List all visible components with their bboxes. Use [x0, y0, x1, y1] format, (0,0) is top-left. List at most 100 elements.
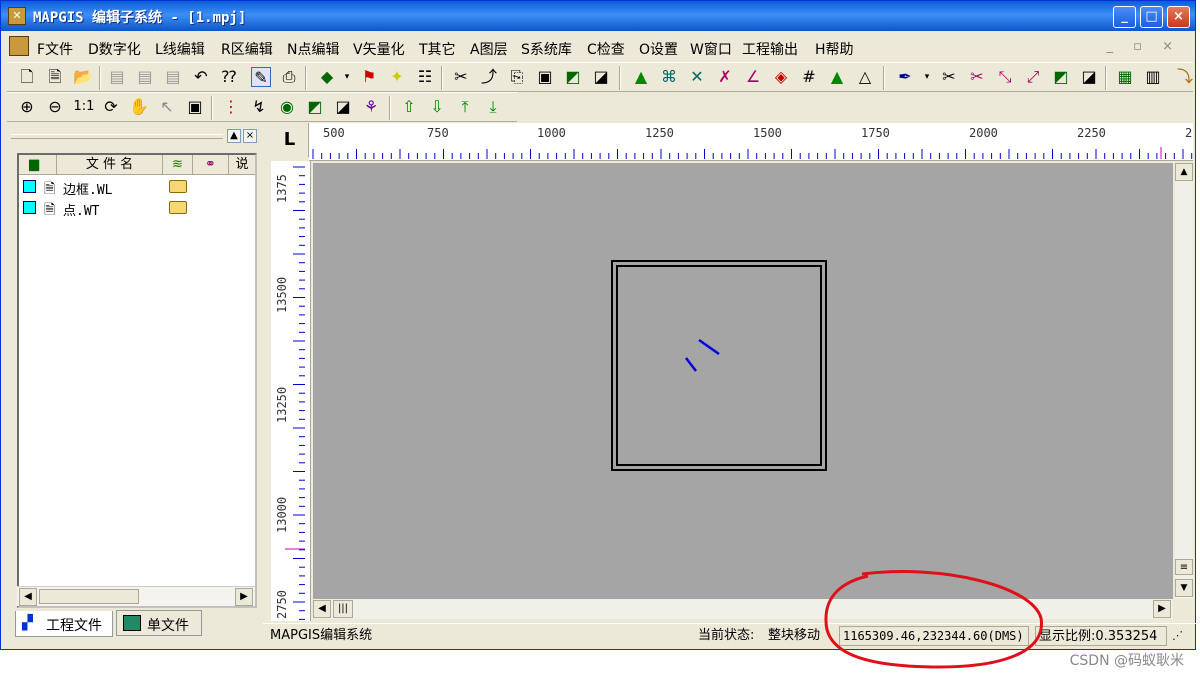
pen-icon[interactable]: ✒ [895, 67, 915, 87]
mdi-controls[interactable]: _ ▫ × [1107, 39, 1181, 54]
column-file-name[interactable]: 文 件 名 [57, 155, 163, 174]
panel-grip[interactable] [11, 134, 223, 139]
arrow-top-icon[interactable]: ⤒ [455, 97, 475, 117]
region-edit-icon[interactable]: ∠ [743, 67, 763, 87]
select-line-icon[interactable]: ↯ [249, 97, 269, 117]
tab-project-file[interactable]: ▞ 工程文件 [15, 611, 113, 637]
vectorize-icon[interactable]: ▦ [1115, 67, 1135, 87]
menu-layer[interactable]: A图层 [470, 39, 508, 59]
region-merge-icon[interactable]: ✗ [715, 67, 735, 87]
raster-icon[interactable]: ▥ [1143, 67, 1163, 87]
menu-project-output[interactable]: 工程输出 [742, 39, 798, 59]
collapse-icon[interactable]: ▲ [227, 129, 241, 143]
point-feature[interactable] [685, 357, 697, 372]
menu-region-edit[interactable]: R区编辑 [221, 39, 273, 59]
overflow-icon[interactable]: ⤵ [1175, 67, 1195, 87]
line-tool-icon[interactable]: ⤴ [479, 67, 499, 87]
menu-system-library[interactable]: S系统库 [521, 39, 572, 59]
frame-inner[interactable] [616, 265, 822, 466]
attr-icon[interactable]: ◪ [333, 97, 353, 117]
region-cut-icon[interactable]: ⌘ [659, 67, 679, 87]
arrow-bottom-icon[interactable]: ⤓ [483, 97, 503, 117]
scroll-thumb[interactable]: ||| [333, 600, 353, 618]
list-item[interactable]: 🗎 点.WT [19, 198, 255, 219]
line-split-icon[interactable]: ✂ [967, 67, 987, 87]
layer-icon[interactable]: ≋ [163, 155, 193, 174]
menu-vectorize[interactable]: V矢量化 [353, 39, 405, 59]
document-icon[interactable] [9, 36, 29, 56]
vertical-scrollbar[interactable]: ▲ ≡ ▼ [1175, 163, 1193, 599]
resize-grip-icon[interactable]: ⋰ [1169, 626, 1189, 646]
menu-window[interactable]: W窗口 [690, 39, 732, 59]
link-icon[interactable]: ⚭ [193, 155, 229, 174]
tab-single-file[interactable]: 单文件 [116, 610, 202, 636]
zoom-ratio-button[interactable]: 1:1 [71, 97, 97, 117]
region-fill-icon[interactable]: ◈ [771, 67, 791, 87]
print-icon[interactable]: ⎙ [279, 67, 299, 87]
line-param-icon[interactable]: ◩ [563, 67, 583, 87]
chevron-down-icon[interactable]: ▾ [917, 67, 937, 87]
zoom-out-icon[interactable]: ⊖ [45, 97, 65, 117]
map-icon[interactable]: ▆ [19, 155, 57, 174]
menu-help[interactable]: H帮助 [815, 39, 854, 59]
region-tool-icon[interactable]: ▲ [631, 67, 651, 87]
point-attr-icon[interactable]: ☷ [415, 67, 435, 87]
line-extend-icon[interactable]: ⤢ [1023, 67, 1043, 87]
hand-pan-icon[interactable]: ✋ [129, 97, 149, 117]
cut-icon[interactable]: ✂ [451, 67, 471, 87]
point-style-icon[interactable]: ✦ [387, 67, 407, 87]
menu-other[interactable]: T其它 [419, 39, 456, 59]
point-edit-icon[interactable]: ⚑ [359, 67, 379, 87]
region-param-icon[interactable]: ▲ [827, 67, 847, 87]
scroll-down-icon[interactable]: ▼ [1175, 579, 1193, 597]
close-button[interactable]: × [1167, 6, 1190, 28]
scroll-right-icon[interactable]: ▶ [1153, 600, 1171, 618]
pointer-icon[interactable]: ↖ [157, 97, 177, 117]
horizontal-scrollbar[interactable]: ◀ ▶ [17, 586, 255, 606]
ruler-corner[interactable]: L [271, 123, 309, 157]
save-icon[interactable]: ▤ [107, 67, 127, 87]
scroll-thumb[interactable]: ≡ [1175, 559, 1193, 575]
folder-icon[interactable]: 📂 [73, 67, 93, 87]
refresh-icon[interactable]: ⟳ [101, 97, 121, 117]
scissors-icon[interactable]: ✂ [939, 67, 959, 87]
title-bar[interactable]: ✕ MAPGIS 编辑子系统 - [1.mpj] _ □ × [1, 1, 1195, 31]
zoom-in-icon[interactable]: ⊕ [17, 97, 37, 117]
folder-icon[interactable] [169, 201, 187, 214]
region-split-icon[interactable]: ✕ [687, 67, 707, 87]
scroll-thumb[interactable] [39, 589, 139, 604]
select-region-icon[interactable]: ◉ [277, 97, 297, 117]
menu-line-edit[interactable]: L线编辑 [155, 39, 205, 59]
drawing-canvas[interactable] [313, 163, 1173, 599]
undo-icon[interactable]: ↶ [191, 67, 211, 87]
close-icon[interactable]: × [243, 129, 257, 143]
list-item[interactable]: 🗎 边框.WL [19, 177, 255, 198]
arrow-down-icon[interactable]: ⇩ [427, 97, 447, 117]
paste-icon[interactable]: ▣ [535, 67, 555, 87]
scroll-left-icon[interactable]: ◀ [19, 588, 37, 606]
menu-point-edit[interactable]: N点编辑 [287, 39, 339, 59]
save-as-icon[interactable]: ▤ [163, 67, 183, 87]
help-pointer-icon[interactable]: ⁇ [219, 67, 239, 87]
line-copy-icon[interactable]: ◩ [1051, 67, 1071, 87]
column-description[interactable]: 说 [229, 155, 255, 174]
menu-file[interactable]: F文件 [37, 39, 73, 59]
region-grid-icon[interactable]: # [799, 67, 819, 87]
minimize-button[interactable]: _ [1113, 6, 1136, 28]
folder-icon[interactable] [169, 180, 187, 193]
visibility-checkbox[interactable] [23, 201, 36, 214]
line-change-icon[interactable]: ◪ [1079, 67, 1099, 87]
frame-outer[interactable] [611, 260, 827, 471]
edit-mode-icon[interactable]: ✎ [251, 67, 271, 87]
point-tool-icon[interactable]: ◆ [317, 67, 337, 87]
open-icon[interactable]: 🗎 [45, 67, 65, 87]
menu-check[interactable]: C检查 [587, 39, 625, 59]
new-icon[interactable]: 🗋 [17, 67, 37, 87]
param-icon[interactable]: ◩ [305, 97, 325, 117]
copy-icon[interactable]: ⎘ [507, 67, 527, 87]
menu-settings[interactable]: O设置 [639, 39, 678, 59]
network-icon[interactable]: ⚘ [361, 97, 381, 117]
scroll-right-icon[interactable]: ▶ [235, 588, 253, 606]
save-all-icon[interactable]: ▤ [135, 67, 155, 87]
line-join-icon[interactable]: ⤡ [995, 67, 1015, 87]
